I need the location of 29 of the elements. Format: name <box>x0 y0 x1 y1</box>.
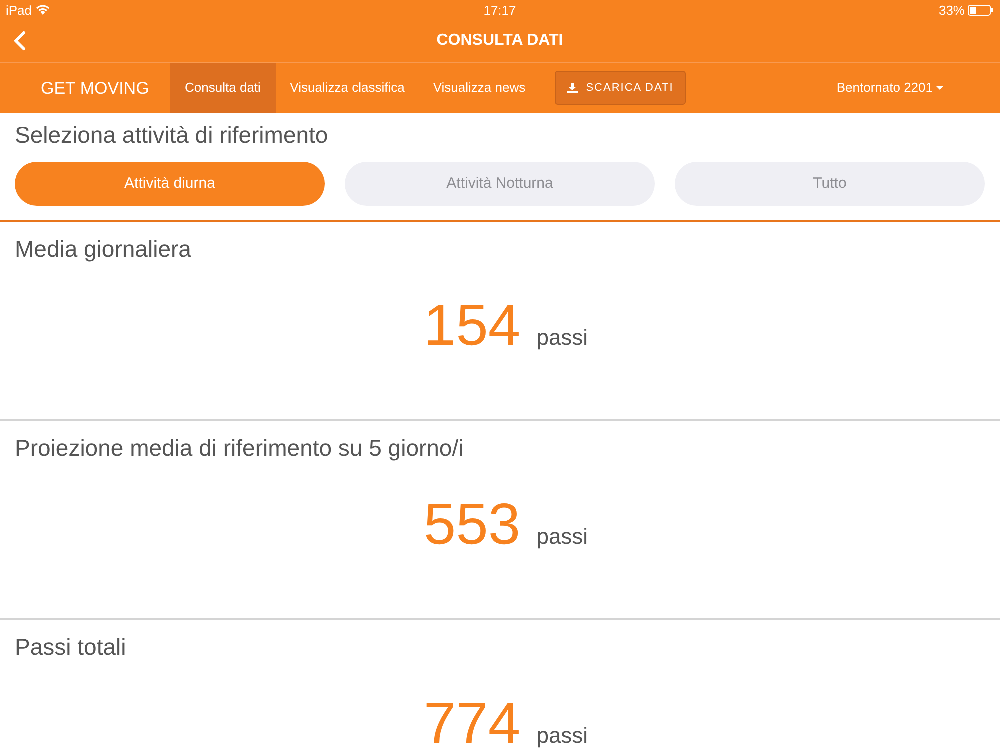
unit-label: passi <box>536 327 588 349</box>
brand-name: GET MOVING <box>41 80 150 96</box>
download-icon <box>567 83 578 93</box>
battery-icon <box>968 4 994 16</box>
step-count: 553 <box>424 501 521 549</box>
nav-tab[interactable]: Visualizza classifica <box>276 63 419 113</box>
step-count: 154 <box>424 302 521 350</box>
back-chevron-icon <box>14 31 26 51</box>
step-count: 774 <box>424 700 521 748</box>
section-heading: Media giornaliera <box>15 235 192 263</box>
caret-icon <box>936 86 944 90</box>
user-menu[interactable]: Bentornato 2201 <box>836 78 944 98</box>
section-heading: Proiezione media di riferimento su 5 giorno/i <box>15 434 465 462</box>
back-button[interactable] <box>12 29 28 53</box>
section-heading: Seleziona attività di riferimento <box>15 121 330 149</box>
unit-label: passi <box>536 725 588 747</box>
battery-percentage: 33% <box>938 4 965 16</box>
device-name: iPad <box>6 4 32 16</box>
nav-tab[interactable]: Visualizza news <box>419 63 540 113</box>
activity-option[interactable]: Tutto <box>675 162 985 206</box>
download-data-button[interactable]: SCARICA DATI <box>555 71 686 105</box>
activity-option[interactable]: Attività Notturna <box>345 162 655 206</box>
nav-tab[interactable]: Consulta dati <box>170 63 276 113</box>
unit-label: passi <box>536 526 588 548</box>
activity-option[interactable]: Attività diurna <box>15 162 325 206</box>
clock-time: 17:17 <box>484 4 516 16</box>
wifi-icon <box>36 5 50 15</box>
section-heading: Passi totali <box>15 633 128 661</box>
page-title: CONSULTA DATI <box>436 33 564 49</box>
